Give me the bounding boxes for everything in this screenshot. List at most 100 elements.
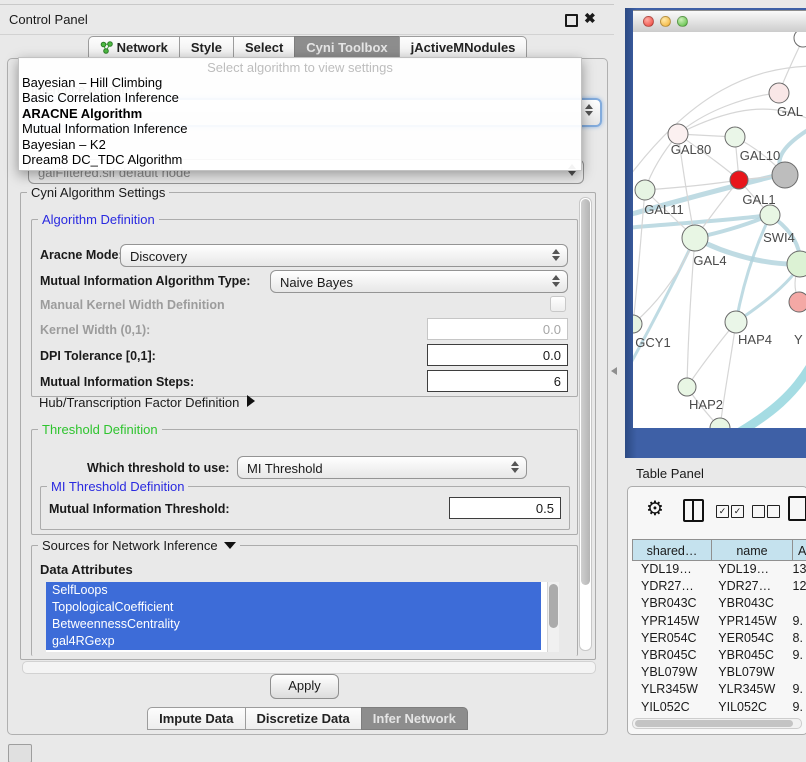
algorithm-item-bayesian-hill-climbing[interactable]: Bayesian – Hill Climbing <box>19 75 581 90</box>
horizontal-scroll-track[interactable] <box>22 661 596 674</box>
tab-discretize-data-label: Discretize Data <box>257 708 350 729</box>
expand-right-icon <box>247 395 255 407</box>
hub-definition-toggle[interactable]: Hub/Transcription Factor Definition <box>39 395 255 410</box>
unchecked-checkbox-icon[interactable] <box>752 505 765 518</box>
tab-jactivemnodules[interactable]: jActiveMNodules <box>399 36 528 59</box>
unchecked-checkbox-icon[interactable] <box>767 505 780 518</box>
network-node-gal11[interactable] <box>635 180 655 200</box>
table-row[interactable]: YDL19…YDL19…13 <box>632 561 806 578</box>
close-icon[interactable]: ✖ <box>584 10 596 27</box>
network-window-titlebar[interactable] <box>633 10 806 34</box>
aracne-mode-combobox[interactable]: Discovery <box>120 244 568 267</box>
network-graph: GALGAL80GAL10GAL1GAL11SWI4GAL4YHAP4GCY1H… <box>633 32 806 428</box>
algorithm-item-basic-correlation-inference[interactable]: Basic Correlation Inference <box>19 90 581 105</box>
checked-checkbox-icon[interactable]: ✓ <box>716 505 729 518</box>
network-node[interactable] <box>772 162 798 188</box>
which-threshold-label: Which threshold to use: <box>87 461 229 475</box>
mi-steps-field[interactable]: 6 <box>427 370 568 392</box>
network-node-hap4[interactable] <box>725 311 747 333</box>
table-cell <box>789 595 806 612</box>
tab-impute-data[interactable]: Impute Data <box>147 707 245 730</box>
network-node-label: Y <box>794 332 803 347</box>
network-canvas[interactable]: GALGAL80GAL10GAL1GAL11SWI4GAL4YHAP4GCY1H… <box>633 32 806 428</box>
table-row[interactable]: YIL052CYIL052C9. <box>632 699 806 716</box>
tab-discretize-data[interactable]: Discretize Data <box>245 707 362 730</box>
table-row[interactable]: YER054CYER054C8. <box>632 630 806 647</box>
top-tab-bar: NetworkStyle Select Cyni Toolbox jActiveMNo… <box>0 36 614 59</box>
apply-button[interactable]: Apply <box>270 674 339 699</box>
tab-infer-network-label: Infer Network <box>373 708 456 729</box>
control-panel-titlebar: Control Panel ✖ <box>0 4 614 35</box>
document-icon[interactable] <box>788 496 806 521</box>
table-cell: 9. <box>789 699 806 716</box>
network-node[interactable] <box>787 251 806 277</box>
close-traffic-light-icon[interactable] <box>643 16 654 27</box>
network-edge <box>687 322 736 387</box>
algorithm-item-mutual-information-inference[interactable]: Mutual Information Inference <box>19 121 581 136</box>
checked-checkbox-icon[interactable]: ✓ <box>731 505 744 518</box>
partial-corner-widget <box>8 744 32 762</box>
tab-select[interactable]: Select <box>233 36 295 59</box>
float-window-icon[interactable] <box>565 14 578 27</box>
network-node-gal4[interactable] <box>682 225 708 251</box>
sources-title[interactable]: Sources for Network Inference <box>38 538 240 553</box>
column-header-2[interactable]: name <box>711 539 793 561</box>
tab-infer-network[interactable]: Infer Network <box>361 707 468 730</box>
table-horizontal-scrollbar[interactable] <box>632 718 802 729</box>
column-header-1[interactable]: shared… <box>632 539 712 561</box>
attribute-item-gal4rgexp[interactable]: gal4RGexp <box>46 633 541 650</box>
network-node-swi4[interactable] <box>760 205 780 225</box>
network-node-gal10[interactable] <box>725 127 745 147</box>
network-node-gal80[interactable] <box>668 124 688 144</box>
table-row[interactable]: YBR045CYBR045C9. <box>632 647 806 664</box>
tab-jactivemnodules-label: jActiveMNodules <box>411 37 516 58</box>
mi-threshold-field[interactable]: 0.5 <box>449 497 561 519</box>
stepper-arrows-icon <box>510 461 520 473</box>
network-node-gal1[interactable] <box>730 171 748 189</box>
tab-network[interactable]: Network <box>88 36 180 59</box>
collapse-down-icon <box>224 542 236 549</box>
split-columns-icon[interactable] <box>683 499 704 522</box>
table-cell: 12 <box>789 578 806 595</box>
tab-style[interactable]: Style <box>179 36 234 59</box>
algorithm-item-aracne-algorithm[interactable]: ARACNE Algorithm <box>19 106 581 121</box>
network-edge <box>633 239 695 324</box>
kernel-width-field[interactable]: 0.0 <box>427 318 568 340</box>
table-cell: YBR043C <box>709 595 788 612</box>
network-node-y[interactable] <box>789 292 806 312</box>
network-node-gal[interactable] <box>769 83 789 103</box>
network-edge <box>720 322 736 428</box>
minimize-traffic-light-icon[interactable] <box>660 16 671 27</box>
column-header-3[interactable]: A <box>792 539 806 561</box>
network-node[interactable] <box>794 32 806 47</box>
table-row[interactable]: YLR345WYLR345W9. <box>632 681 806 698</box>
table-header-row: shared…nameA <box>632 539 806 561</box>
network-node-label: GAL80 <box>671 142 711 157</box>
table-cell: YPR145W <box>709 613 788 630</box>
gear-icon[interactable]: ⚙ <box>646 496 664 521</box>
table-row[interactable]: YBR043CYBR043C <box>632 595 806 612</box>
tab-cyni-toolbox[interactable]: Cyni Toolbox <box>294 36 399 59</box>
dpi-tolerance-field[interactable]: 0.0 <box>427 344 568 366</box>
hub-definition-label: Hub/Transcription Factor Definition <box>39 395 239 410</box>
algorithm-item-dream8-dc-tdc-algorithm[interactable]: Dream8 DC_TDC Algorithm <box>19 152 581 167</box>
table-row[interactable]: YBL079WYBL079W <box>632 664 806 681</box>
mi-type-label: Mutual Information Algorithm Type: <box>40 274 250 288</box>
zoom-traffic-light-icon[interactable] <box>677 16 688 27</box>
table-cell: YBR045C <box>709 647 788 664</box>
which-threshold-combobox[interactable]: MI Threshold <box>237 456 527 479</box>
list-scrollbar[interactable] <box>547 582 559 652</box>
pane-divider-arrow[interactable] <box>611 367 617 375</box>
attribute-item-topologicalcoefficient[interactable]: TopologicalCoefficient <box>46 599 541 616</box>
manual-kernel-checkbox[interactable] <box>550 296 566 312</box>
settings-scrollbar[interactable] <box>579 197 592 651</box>
algorithm-item-bayesian-k2[interactable]: Bayesian – K2 <box>19 137 581 152</box>
table-row[interactable]: YDR27…YDR27…12 <box>632 578 806 595</box>
tab-select-label: Select <box>245 37 283 58</box>
stepper-arrows-icon <box>551 249 561 261</box>
attribute-item-selfloops[interactable]: SelfLoops <box>46 582 541 599</box>
network-node-hap2[interactable] <box>678 378 696 396</box>
mi-type-combobox[interactable]: Naive Bayes <box>270 270 568 293</box>
attribute-item-betweennesscentrality[interactable]: BetweennessCentrality <box>46 616 541 633</box>
table-row[interactable]: YPR145WYPR145W9. <box>632 613 806 630</box>
